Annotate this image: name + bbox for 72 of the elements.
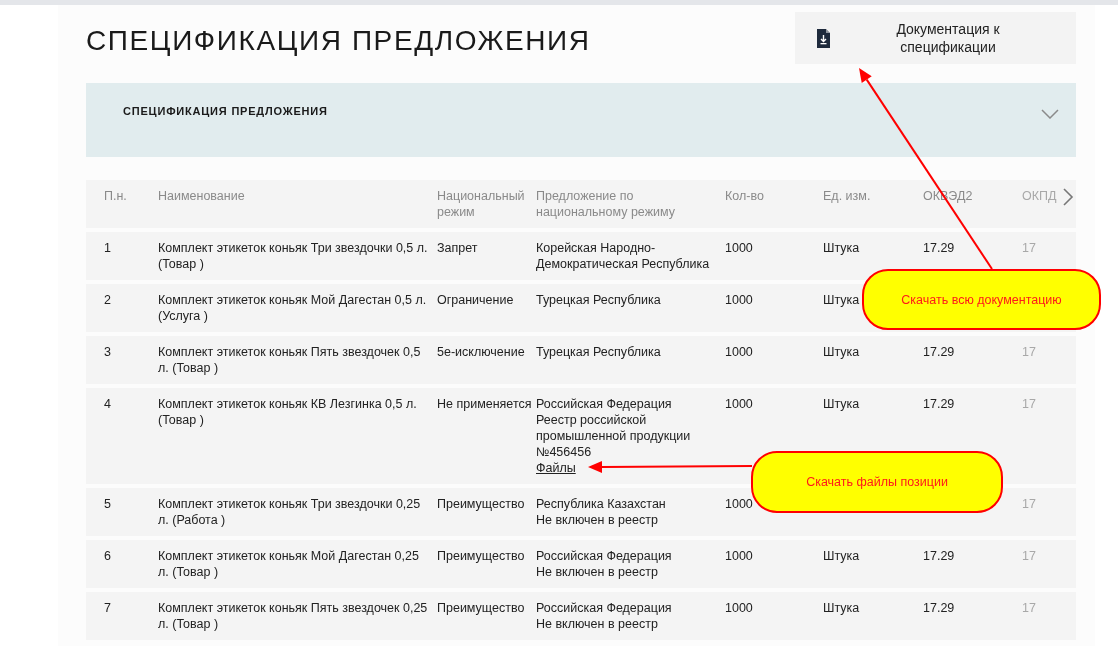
table-cell: Комплект этикеток коньяк Мой Дагестан 0,5 л. (Услуга ) xyxy=(158,293,427,323)
table-cell-text: Республика Казахстан xyxy=(536,496,667,512)
table-cell: 4 xyxy=(104,397,111,411)
table-cell: Комплект этикеток коньяк Пять звездочек 0,5 л. (Товар ) xyxy=(158,345,421,375)
table-cell: Штука xyxy=(823,549,860,563)
table-cell-text: Не включен в реестр xyxy=(536,564,659,580)
column-header: П.н. xyxy=(103,188,128,205)
table-cell: Комплект этикеток коньяк Три звездочки 0,25 л. (Работа ) xyxy=(158,497,421,527)
table-cell: 17.29 xyxy=(923,241,955,255)
table-cell: Комплект этикеток коньяк КВ Лезгинка 0,5 л. (Товар ) xyxy=(158,397,417,427)
documentation-button[interactable]: Документация к спецификации xyxy=(795,12,1076,64)
column-header: Ед. изм. xyxy=(823,188,872,205)
table-cell: 5е-исключение xyxy=(437,345,525,359)
table-cell: 17.29 xyxy=(923,601,955,615)
table-cell: Комплект этикеток коньяк Пять звездочек 0,25 л. (Товар ) xyxy=(158,601,428,631)
files-link[interactable]: Файлы xyxy=(536,461,576,475)
table-cell: Штука xyxy=(823,241,860,255)
table-cell: 5 xyxy=(104,497,111,511)
table-cell: 17 xyxy=(1022,345,1036,359)
table-cell: Комплект этикеток коньяк Мой Дагестан 0,25 л. (Товар ) xyxy=(158,549,419,579)
table-cell: 17.29 xyxy=(923,345,955,359)
table-cell: Преимущество xyxy=(437,549,525,563)
table-cell: Штука xyxy=(823,345,860,359)
table-cell: 17 xyxy=(1022,241,1036,255)
table-cell-text: Турецкая Республика xyxy=(536,344,662,360)
table-cell: Комплект этикеток коньяк Три звездочки 0,5 л. (Товар ) xyxy=(158,241,428,271)
column-header: Предложение по национальному режиму xyxy=(536,188,676,221)
table-cell-text: Корейская Народно-Демократическая Республика xyxy=(536,240,711,272)
table-cell: 1000 xyxy=(725,549,753,563)
table-cell: 1000 xyxy=(725,345,753,359)
table-cell: Запрет xyxy=(437,241,478,255)
table-cell: 1000 xyxy=(725,601,753,615)
table-cell-text: Российская Федерация xyxy=(536,548,673,564)
table-cell: 1000 xyxy=(725,293,753,307)
callout: Скачать всю документацию xyxy=(862,269,1101,330)
table-cell-text: Российская Федерация xyxy=(536,600,673,616)
chevron-right-icon[interactable] xyxy=(1062,188,1074,206)
table-cell: 1000 xyxy=(725,497,753,511)
table-cell: Штука xyxy=(823,601,860,615)
table-cell-text: Не включен в реестр xyxy=(536,512,659,528)
table-cell: 17 xyxy=(1022,397,1036,411)
table-cell: 1 xyxy=(104,241,111,255)
table-cell: Преимущество xyxy=(437,497,525,511)
table-cell: 17.29 xyxy=(923,549,955,563)
page-title: СПЕЦИФИКАЦИЯ ПРЕДЛОЖЕНИЯ xyxy=(86,25,591,57)
table-cell: 1000 xyxy=(725,241,753,255)
table-cell: 17 xyxy=(1022,497,1036,511)
table-cell: 6 xyxy=(104,549,111,563)
chevron-icon xyxy=(1041,109,1059,119)
table-cell-text: Не включен в реестр xyxy=(536,616,659,632)
file-download-icon xyxy=(817,28,830,48)
callout: Скачать файлы позиции xyxy=(751,451,1003,513)
table-cell: Преимущество xyxy=(437,601,525,615)
table-cell: 2 xyxy=(104,293,111,307)
table-cell: 17 xyxy=(1022,549,1036,563)
table-cell-text: Российская Федерация xyxy=(536,396,673,412)
column-header: ОКПД xyxy=(1022,188,1057,205)
table-cell-text: Реестр российской промышленной продукции №456456 xyxy=(536,412,692,460)
table-cell: 1000 xyxy=(725,397,753,411)
accordion-header[interactable]: СПЕЦИФИКАЦИЯ ПРЕДЛОЖЕНИЯ xyxy=(86,83,1076,157)
table-cell: Ограничение xyxy=(437,293,514,307)
table-cell: Штука xyxy=(823,397,860,411)
table-cell-text: Турецкая Республика xyxy=(536,292,662,308)
column-header: Наименование xyxy=(158,188,246,205)
table-cell: 17.29 xyxy=(923,397,955,411)
column-header: Кол-во xyxy=(725,188,765,205)
table-cell: Штука xyxy=(823,293,860,307)
column-header: Национальный режим xyxy=(437,188,526,221)
table-cell: 3 xyxy=(104,345,111,359)
table-cell: Не применяется xyxy=(437,397,532,411)
table-cell: 17 xyxy=(1022,601,1036,615)
table-cell: 7 xyxy=(104,601,111,615)
